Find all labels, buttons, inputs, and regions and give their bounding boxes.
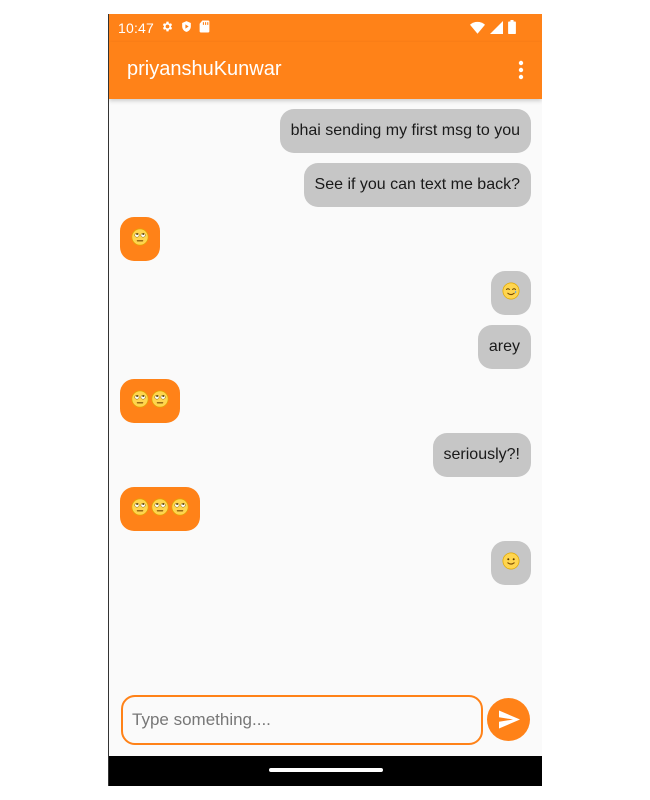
eye-roll-emoji — [151, 390, 169, 408]
sent-message[interactable]: See if you can text me back? — [303, 163, 531, 207]
wifi-icon — [470, 21, 485, 34]
send-button[interactable] — [487, 698, 530, 741]
battery-icon — [508, 20, 516, 34]
received-message[interactable] — [120, 379, 180, 423]
status-left-icons — [161, 20, 210, 33]
message-text: seriously?! — [443, 446, 520, 463]
eye-roll-emoji — [131, 498, 149, 516]
slight-smile-emoji — [502, 552, 520, 570]
app-window: 10:47 priyanshuKunwar bhai sending my fi… — [108, 14, 542, 786]
status-right-icons — [470, 20, 516, 34]
status-bar: 10:47 — [109, 14, 542, 42]
eye-roll-emoji — [151, 498, 169, 516]
message-text: arey — [488, 338, 520, 355]
eye-roll-emoji — [131, 228, 149, 246]
status-time: 10:47 — [118, 20, 155, 36]
play-protect-icon — [182, 21, 191, 32]
eye-roll-emoji — [131, 390, 149, 408]
more-vert-icon[interactable] — [512, 58, 530, 84]
home-gesture-handle[interactable] — [269, 768, 383, 772]
received-message[interactable] — [120, 217, 160, 261]
message-list[interactable]: bhai sending my first msg to you See if … — [109, 99, 542, 689]
sent-message[interactable]: bhai sending my first msg to you — [279, 109, 531, 153]
sent-message[interactable] — [491, 271, 531, 315]
cell-signal-icon — [490, 20, 503, 34]
message-input[interactable] — [121, 695, 483, 745]
sd-card-icon — [199, 20, 210, 33]
received-message[interactable] — [120, 487, 200, 531]
send-icon — [499, 710, 520, 729]
system-nav-bar — [109, 756, 542, 786]
gear-icon — [162, 21, 173, 32]
app-toolbar: priyanshuKunwar — [109, 42, 542, 99]
message-text: See if you can text me back? — [314, 176, 520, 193]
sent-message[interactable] — [491, 541, 531, 585]
composer-row — [109, 692, 542, 752]
smile-tear-emoji — [502, 282, 520, 300]
message-text: bhai sending my first msg to you — [290, 122, 520, 139]
sent-message[interactable]: arey — [477, 325, 531, 369]
eye-roll-emoji — [171, 498, 189, 516]
sent-message[interactable]: seriously?! — [432, 433, 531, 477]
chat-title: priyanshuKunwar — [127, 58, 282, 80]
